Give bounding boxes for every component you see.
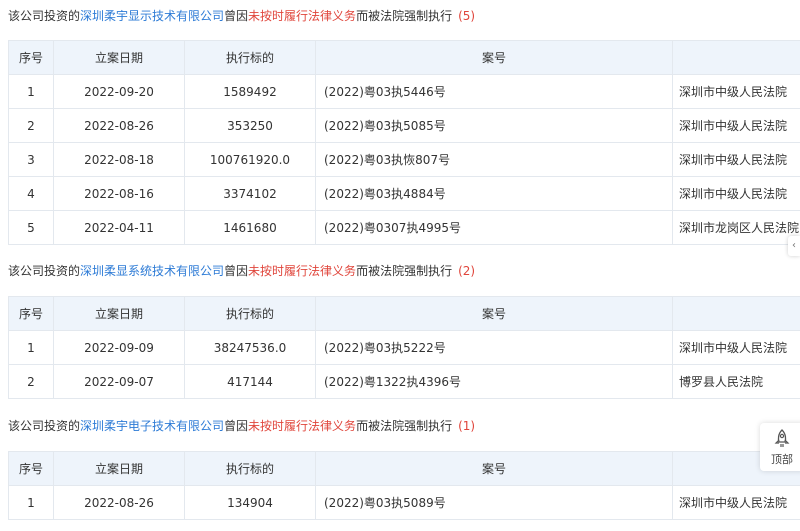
table-row: 1 2022-08-26 134904 (2022)粤03执5089号 深圳市中…	[8, 485, 800, 520]
cell-case-no: (2022)粤03执5446号	[315, 74, 673, 109]
cell-amount: 134904	[184, 485, 316, 520]
heading-suffix: 而被法院强制执行	[356, 264, 453, 278]
cell-index: 2	[8, 108, 54, 143]
heading-middle: 曾因	[224, 264, 249, 278]
cell-case-no: (2022)粤03执恢807号	[315, 142, 673, 177]
heading-middle: 曾因	[224, 9, 249, 23]
table-row: 3 2022-08-18 100761920.0 (2022)粤03执恢807号…	[8, 142, 800, 177]
table-row: 4 2022-08-16 3374102 (2022)粤03执4884号 深圳市…	[8, 176, 800, 211]
cell-case-no: (2022)粤03执5222号	[315, 330, 673, 365]
cell-court: 深圳市龙岗区人民法院	[672, 210, 800, 245]
reason-text: 未按时履行法律义务	[248, 419, 357, 433]
enforcement-table-2: 序号 立案日期 执行标的 案号 1 2022-09-09 38247536.0 …	[8, 296, 800, 399]
section-heading-1: 该公司投资的深圳柔宇显示技术有限公司曾因未按时履行法律义务而被法院强制执行 (5)	[8, 8, 475, 24]
cell-index: 3	[8, 142, 54, 177]
col-header-case-no: 案号	[315, 296, 673, 331]
cell-amount: 38247536.0	[184, 330, 316, 365]
cell-case-no: (2022)粤03执5085号	[315, 108, 673, 143]
back-to-top-label: 顶部	[771, 453, 793, 466]
case-count: (2)	[458, 264, 476, 278]
col-header-case-no: 案号	[315, 40, 673, 75]
case-count: (1)	[458, 419, 476, 433]
col-header-date: 立案日期	[53, 296, 185, 331]
cell-amount: 1589492	[184, 74, 316, 109]
company-link[interactable]: 深圳柔宇显示技术有限公司	[80, 9, 224, 23]
case-count: (5)	[458, 9, 476, 23]
cell-date: 2022-08-16	[53, 176, 185, 211]
col-header-date: 立案日期	[53, 451, 185, 486]
cell-index: 4	[8, 176, 54, 211]
heading-prefix: 该公司投资的	[8, 419, 81, 433]
col-header-index: 序号	[8, 451, 54, 486]
cell-index: 5	[8, 210, 54, 245]
side-collapse-arrow-icon[interactable]: ‹	[788, 236, 800, 256]
table-row: 2 2022-09-07 417144 (2022)粤1322执4396号 博罗…	[8, 364, 800, 399]
cell-court: 深圳市中级人民法院	[672, 108, 800, 143]
cell-amount: 417144	[184, 364, 316, 399]
col-header-date: 立案日期	[53, 40, 185, 75]
cell-amount: 100761920.0	[184, 142, 316, 177]
section-heading-3: 该公司投资的深圳柔宇电子技术有限公司曾因未按时履行法律义务而被法院强制执行 (1)	[8, 418, 475, 434]
cell-index: 1	[8, 74, 54, 109]
col-header-index: 序号	[8, 296, 54, 331]
col-header-index: 序号	[8, 40, 54, 75]
cell-amount: 1461680	[184, 210, 316, 245]
table-row: 5 2022-04-11 1461680 (2022)粤0307执4995号 深…	[8, 210, 800, 245]
cell-court: 深圳市中级人民法院	[672, 176, 800, 211]
heading-suffix: 而被法院强制执行	[356, 419, 453, 433]
cell-date: 2022-09-09	[53, 330, 185, 365]
heading-suffix: 而被法院强制执行	[356, 9, 453, 23]
cell-court: 深圳市中级人民法院	[672, 142, 800, 177]
cell-date: 2022-09-07	[53, 364, 185, 399]
cell-date: 2022-04-11	[53, 210, 185, 245]
cell-court: 博罗县人民法院	[672, 364, 800, 399]
col-header-amount: 执行标的	[184, 451, 316, 486]
cell-index: 2	[8, 364, 54, 399]
rocket-icon	[774, 429, 790, 447]
table-row: 2 2022-08-26 353250 (2022)粤03执5085号 深圳市中…	[8, 108, 800, 143]
cell-index: 1	[8, 485, 54, 520]
cell-date: 2022-08-18	[53, 142, 185, 177]
heading-middle: 曾因	[224, 419, 249, 433]
company-link[interactable]: 深圳柔显系统技术有限公司	[80, 264, 224, 278]
col-header-court	[672, 296, 800, 331]
cell-case-no: (2022)粤03执5089号	[315, 485, 673, 520]
cell-date: 2022-09-20	[53, 74, 185, 109]
cell-index: 1	[8, 330, 54, 365]
cell-court: 深圳市中级人民法院	[672, 485, 800, 520]
table-header-row: 序号 立案日期 执行标的 案号	[8, 296, 800, 331]
table-header-row: 序号 立案日期 执行标的 案号	[8, 40, 800, 75]
heading-prefix: 该公司投资的	[8, 264, 81, 278]
section-heading-2: 该公司投资的深圳柔显系统技术有限公司曾因未按时履行法律义务而被法院强制执行 (2)	[8, 263, 475, 279]
cell-case-no: (2022)粤1322执4396号	[315, 364, 673, 399]
back-to-top-button[interactable]: 顶部	[760, 423, 800, 471]
reason-text: 未按时履行法律义务	[248, 9, 357, 23]
table-row: 1 2022-09-20 1589492 (2022)粤03执5446号 深圳市…	[8, 74, 800, 109]
cell-court: 深圳市中级人民法院	[672, 330, 800, 365]
cell-court: 深圳市中级人民法院	[672, 74, 800, 109]
enforcement-table-3: 序号 立案日期 执行标的 案号 1 2022-08-26 134904 (202…	[8, 451, 800, 520]
cell-amount: 353250	[184, 108, 316, 143]
table-row: 1 2022-09-09 38247536.0 (2022)粤03执5222号 …	[8, 330, 800, 365]
col-header-amount: 执行标的	[184, 296, 316, 331]
company-link[interactable]: 深圳柔宇电子技术有限公司	[80, 419, 224, 433]
enforcement-table-1: 序号 立案日期 执行标的 案号 1 2022-09-20 1589492 (20…	[8, 40, 800, 245]
cell-case-no: (2022)粤03执4884号	[315, 176, 673, 211]
col-header-court	[672, 40, 800, 75]
table-header-row: 序号 立案日期 执行标的 案号	[8, 451, 800, 486]
col-header-amount: 执行标的	[184, 40, 316, 75]
cell-case-no: (2022)粤0307执4995号	[315, 210, 673, 245]
cell-date: 2022-08-26	[53, 485, 185, 520]
cell-date: 2022-08-26	[53, 108, 185, 143]
cell-amount: 3374102	[184, 176, 316, 211]
col-header-case-no: 案号	[315, 451, 673, 486]
reason-text: 未按时履行法律义务	[248, 264, 357, 278]
heading-prefix: 该公司投资的	[8, 9, 81, 23]
